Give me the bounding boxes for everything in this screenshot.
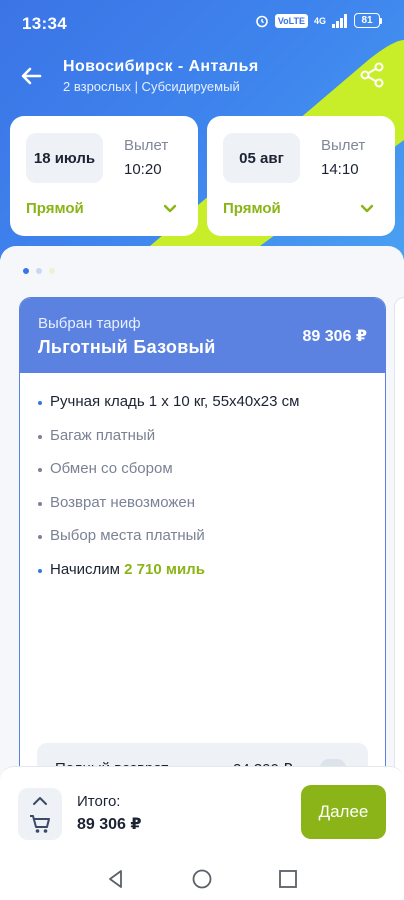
route-title: Новосибирск - Анталья bbox=[63, 58, 259, 75]
alarm-icon bbox=[256, 15, 268, 27]
volte-badge: VoLTE bbox=[274, 13, 308, 28]
pager-dot-active[interactable] bbox=[23, 268, 29, 274]
tariff-card[interactable]: Выбран тариф Льготный Базовый 89 306 ₽ Р… bbox=[19, 297, 386, 817]
nav-back-icon[interactable] bbox=[105, 868, 127, 890]
tariff-header: Выбран тариф Льготный Базовый 89 306 ₽ bbox=[20, 298, 385, 373]
status-bar: 13:34 VoLTE 4G 81 bbox=[0, 0, 404, 48]
tariff-pager bbox=[23, 268, 55, 274]
cart-icon bbox=[30, 815, 50, 833]
feature-seat-selection: Выбор места платный bbox=[38, 526, 299, 560]
bottom-summary-bar: Итого: 89 306 ₽ Далее bbox=[0, 766, 404, 858]
pager-dot[interactable] bbox=[49, 268, 55, 274]
signal-icon bbox=[332, 13, 347, 28]
chevron-down-icon[interactable] bbox=[162, 202, 178, 216]
feature-miles: Начислим 2 710 миль bbox=[38, 560, 299, 594]
feature-exchange: Обмен со сбором bbox=[38, 459, 299, 493]
feature-baggage: Багаж платный bbox=[38, 426, 299, 460]
tariff-chosen-label: Выбран тариф bbox=[38, 315, 141, 332]
battery-level: 81 bbox=[354, 13, 380, 28]
pager-dot[interactable] bbox=[36, 268, 42, 274]
flight-date: 05 авг bbox=[223, 133, 300, 183]
miles-prefix: Начислим bbox=[50, 560, 120, 578]
tariff-name: Льготный Базовый bbox=[38, 337, 216, 357]
total-value: 89 306 ₽ bbox=[77, 816, 142, 833]
flight-type-direct[interactable]: Прямой bbox=[26, 200, 84, 217]
tariff-price: 89 306 ₽ bbox=[302, 328, 367, 345]
flight-type-direct[interactable]: Прямой bbox=[223, 200, 281, 217]
outbound-flight-card[interactable]: 18 июль Вылет 10:20 Прямой bbox=[10, 116, 198, 236]
status-icons: VoLTE 4G 81 bbox=[255, 13, 382, 28]
back-arrow-icon[interactable] bbox=[18, 62, 46, 90]
nav-recents-icon[interactable] bbox=[277, 868, 299, 890]
chevron-down-icon[interactable] bbox=[359, 202, 375, 216]
next-button[interactable]: Далее bbox=[301, 785, 386, 839]
share-icon[interactable] bbox=[357, 60, 387, 90]
system-nav-bar bbox=[0, 858, 404, 900]
nav-home-icon[interactable] bbox=[191, 868, 213, 890]
feature-refund: Возврат невозможен bbox=[38, 493, 299, 527]
next-tariff-card-peek[interactable] bbox=[394, 297, 404, 817]
cart-expand-button[interactable] bbox=[18, 788, 62, 840]
departure-label: Вылет bbox=[321, 137, 366, 154]
tariff-features: Ручная кладь 1 х 10 кг, 55х40х23 см Бага… bbox=[38, 392, 299, 594]
return-flight-card[interactable]: 05 авг Вылет 14:10 Прямой bbox=[207, 116, 395, 236]
status-time: 13:34 bbox=[22, 14, 67, 33]
departure-label: Вылет bbox=[124, 137, 169, 154]
departure-time: 10:20 bbox=[124, 161, 162, 178]
flight-date: 18 июль bbox=[26, 133, 103, 183]
miles-value: 2 710 миль bbox=[124, 560, 205, 578]
network-type: 4G bbox=[313, 15, 326, 26]
battery-icon: 81 bbox=[354, 13, 382, 28]
total-label: Итого: bbox=[77, 793, 121, 810]
departure-time: 14:10 bbox=[321, 161, 359, 178]
feature-hand-luggage: Ручная кладь 1 х 10 кг, 55х40х23 см bbox=[38, 392, 299, 426]
chevron-up-icon bbox=[33, 797, 47, 805]
passengers-subtitle: 2 взрослых | Субсидируемый bbox=[63, 79, 240, 94]
